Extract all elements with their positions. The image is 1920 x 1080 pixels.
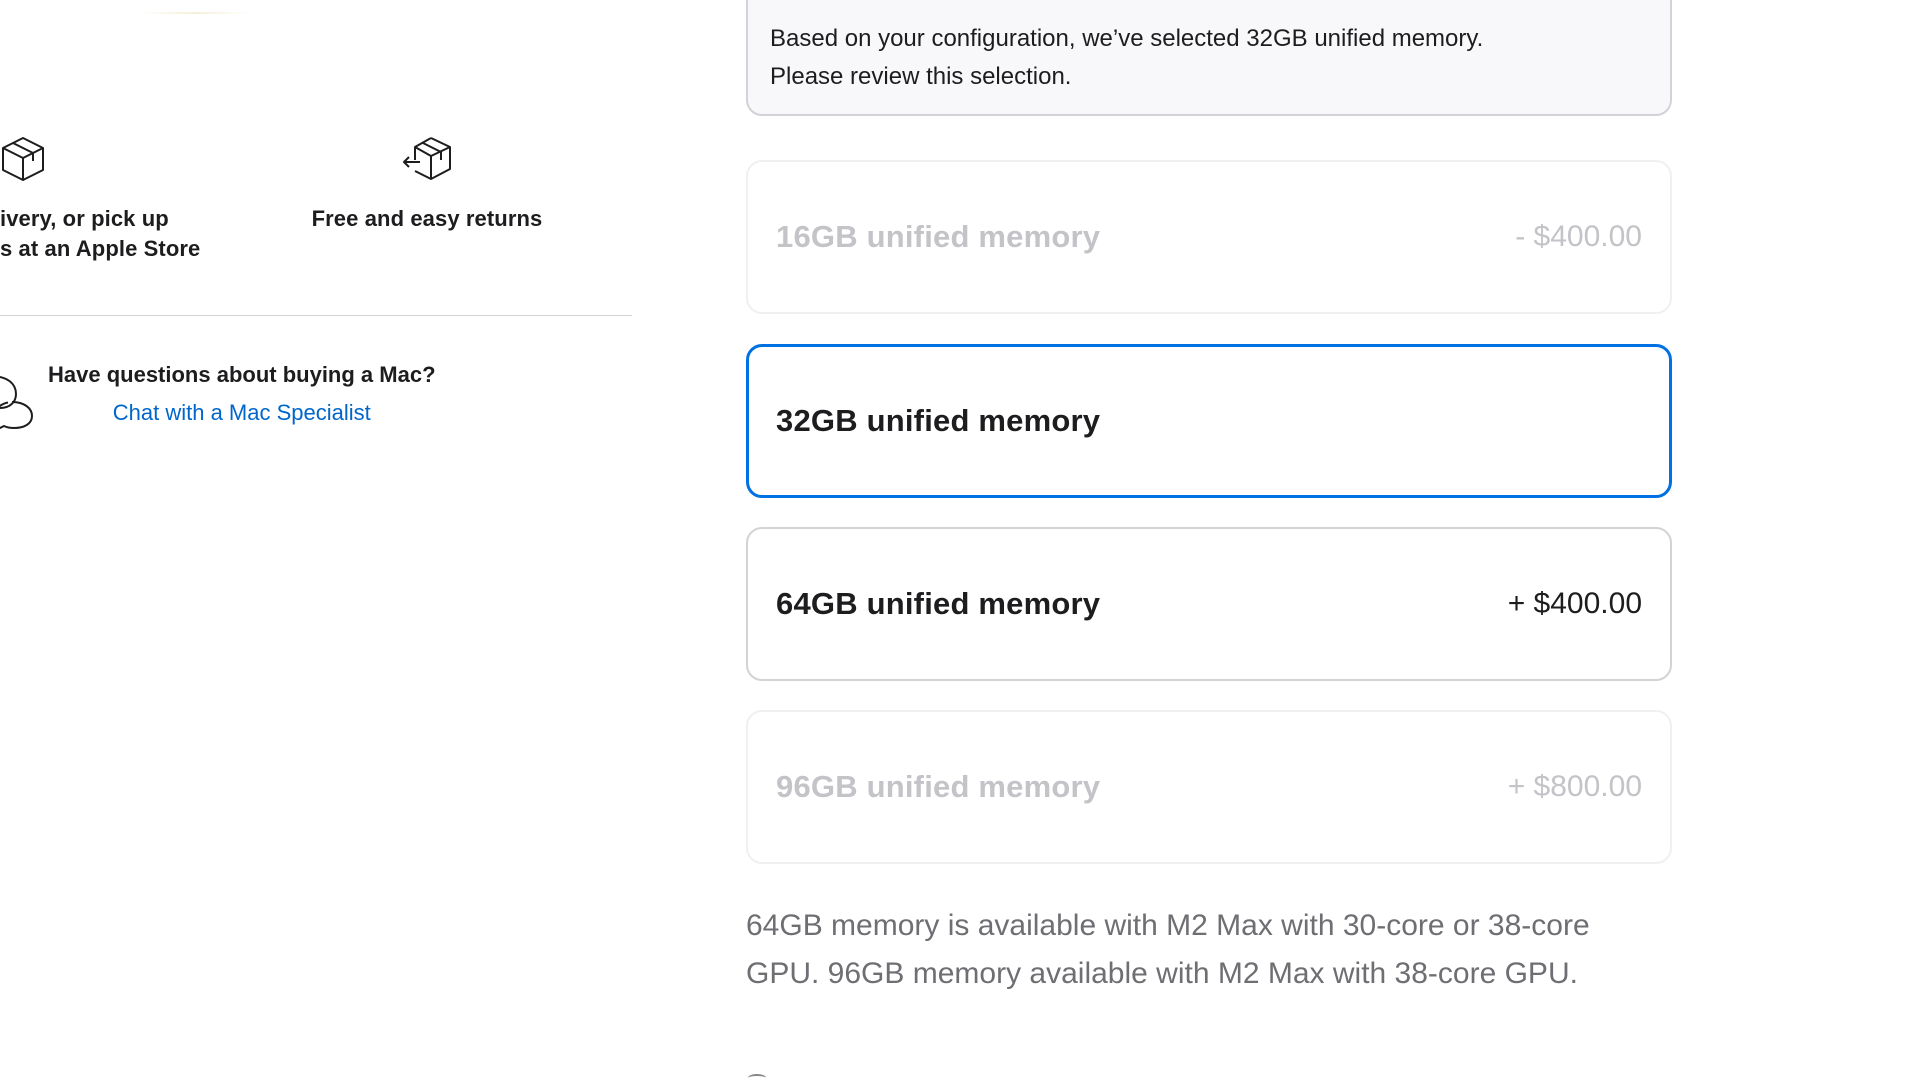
box-return-icon: [403, 137, 451, 180]
box-icon: [2, 137, 44, 181]
memory-option-64gb[interactable]: 64GB unified memory + $400.00: [746, 527, 1672, 681]
memory-option-label: 32GB unified memory: [776, 403, 1101, 438]
chat-bubbles-icon: [0, 376, 33, 430]
help-text: Have questions about buying a Mac? Chat …: [48, 360, 436, 428]
top-accent-line: [140, 12, 250, 14]
memory-option-96gb: 96GB unified memory + $800.00: [746, 710, 1672, 864]
memory-option-label: 16GB unified memory: [776, 219, 1101, 254]
page: ivery, or pick up s at an Apple Store Fr…: [0, 0, 1920, 1080]
memory-notice-line-2: Please review this selection.: [770, 63, 1072, 90]
memory-option-16gb: 16GB unified memory - $400.00: [746, 160, 1672, 314]
memory-option-price: + $400.00: [1507, 587, 1642, 620]
memory-option-label: 64GB unified memory: [776, 586, 1101, 621]
memory-option-label: 96GB unified memory: [776, 769, 1101, 804]
memory-notice-box: Based on your configuration, we’ve selec…: [746, 0, 1672, 116]
memory-footnote: 64GB memory is available with M2 Max wit…: [746, 909, 1590, 990]
memory-option-price: + $800.00: [1507, 770, 1642, 803]
memory-notice-line-1: Based on your configuration, we’ve selec…: [770, 25, 1484, 52]
free-returns-text: Free and easy returns: [311, 206, 543, 231]
memory-option-price: - $400.00: [1515, 220, 1642, 253]
help-question: Have questions about buying a Mac?: [48, 362, 436, 387]
chat-specialist-link[interactable]: Chat with a Mac Specialist: [48, 398, 436, 428]
help-block: Have questions about buying a Mac? Chat …: [0, 360, 436, 436]
left-divider: [0, 315, 632, 316]
delivery-pickup-item: ivery, or pick up s at an Apple Store: [0, 132, 200, 264]
next-section-cutoff: [748, 1074, 868, 1080]
delivery-pickup-text: ivery, or pick up s at an Apple Store: [0, 206, 201, 261]
free-returns-item: Free and easy returns: [302, 132, 552, 234]
memory-option-32gb[interactable]: 32GB unified memory: [746, 344, 1672, 498]
